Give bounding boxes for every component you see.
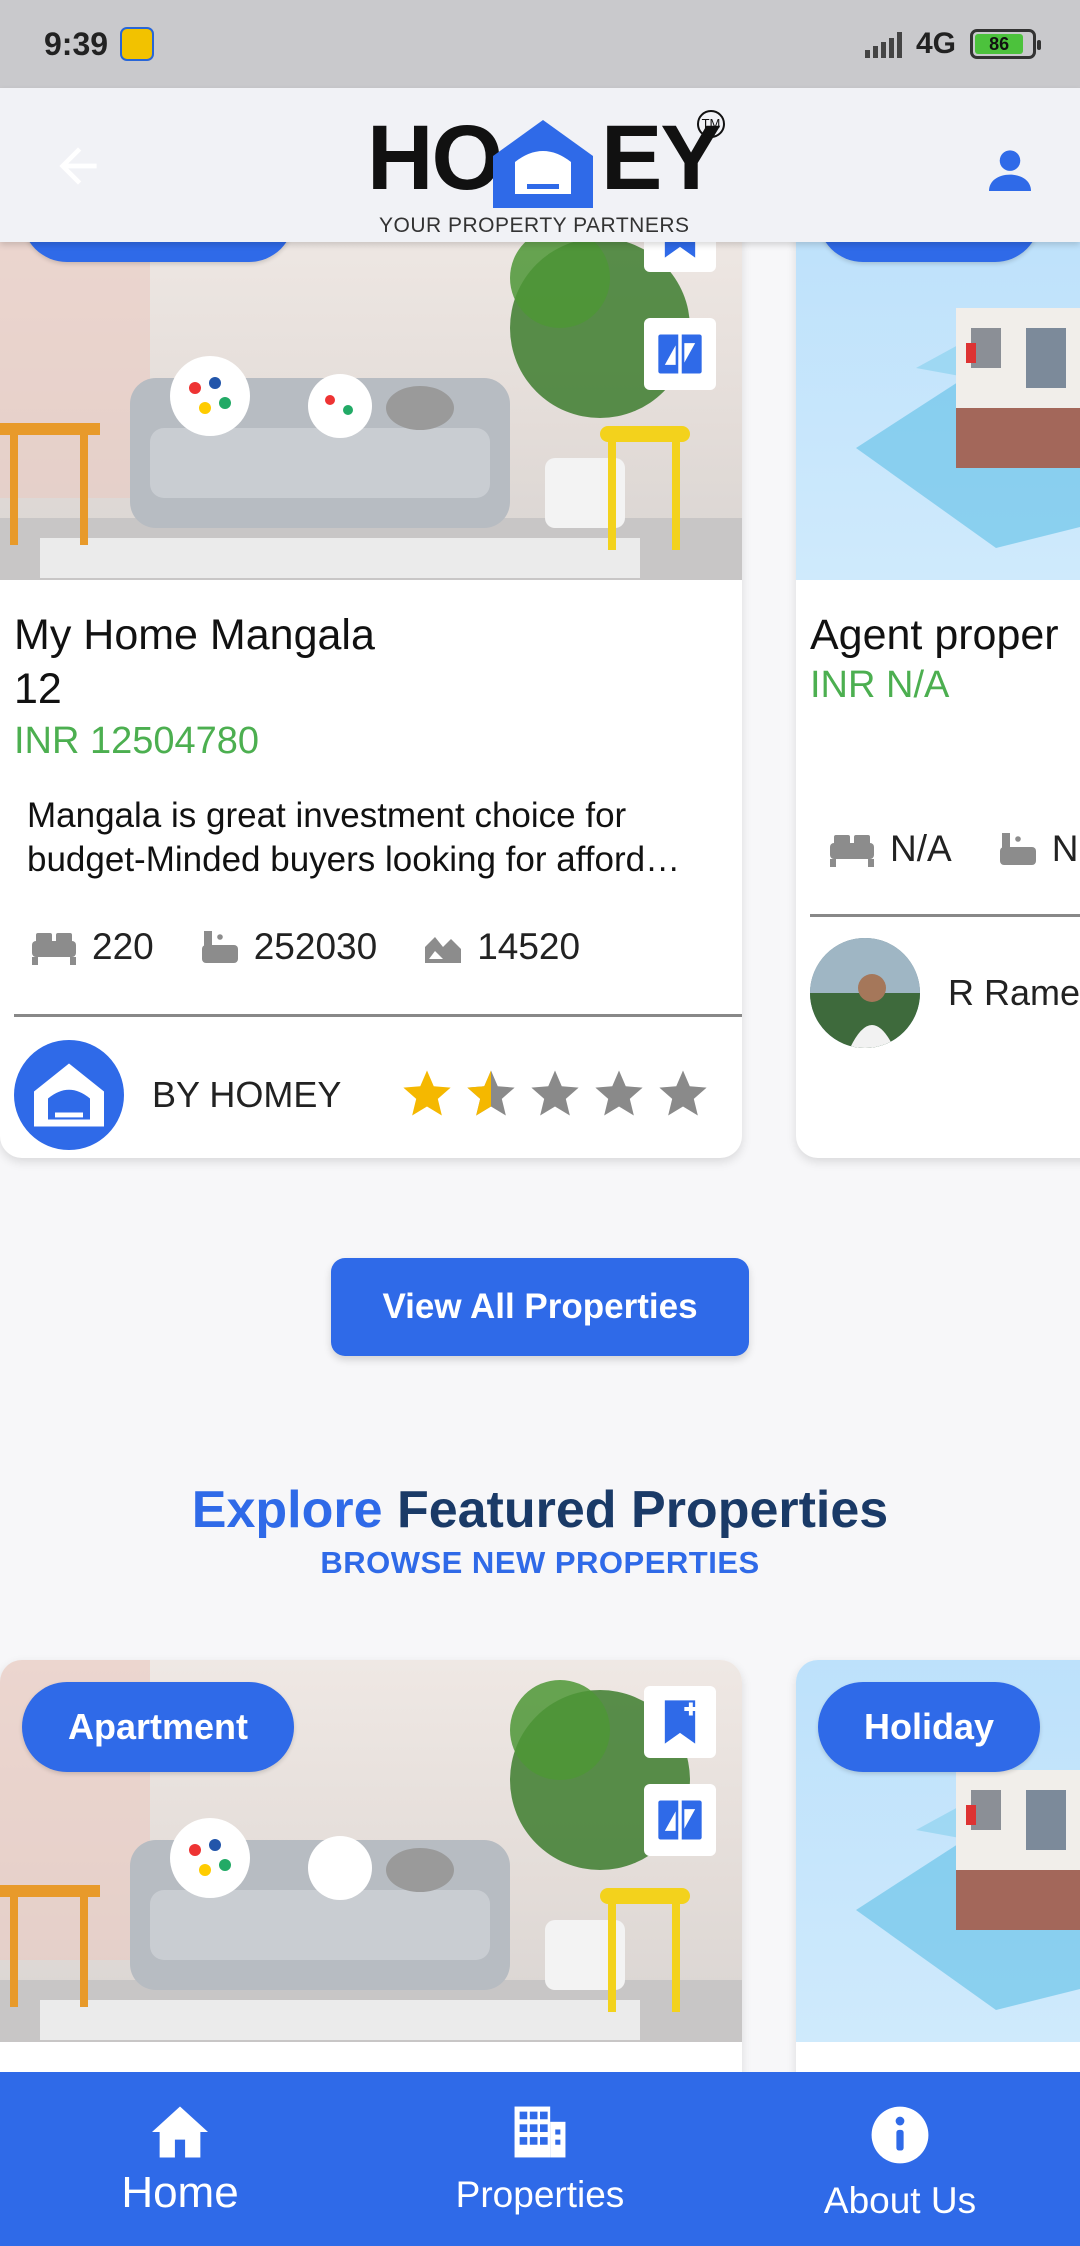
status-right: 4G 86	[864, 27, 1041, 61]
living-room-photo	[0, 218, 742, 580]
beds-value: N/A	[890, 828, 952, 869]
baths-value: 252030	[253, 926, 378, 967]
compare-button[interactable]	[644, 318, 716, 390]
status-time: 9:39	[44, 25, 109, 62]
star-half-icon	[467, 1070, 515, 1116]
rating-stars	[400, 1066, 710, 1120]
homey-logo: HO EY TM YOUR PROPERTY PARTNERS	[365, 106, 725, 237]
bed-icon	[32, 933, 76, 965]
beds-value: 220	[92, 926, 154, 967]
bed-icon	[830, 835, 874, 867]
nav-properties[interactable]: Properties	[360, 2072, 720, 2246]
property-price: INR N/A	[810, 664, 950, 706]
property-title-line1: My Home Mangala	[14, 611, 375, 659]
star-filled-icon	[403, 1070, 451, 1116]
owner-name: R Rame	[948, 972, 1080, 1013]
signal-icon	[864, 30, 902, 58]
compare-icon	[658, 1798, 702, 1842]
network-type: 4G	[915, 27, 956, 60]
homey-house-icon	[34, 1063, 104, 1127]
star-empty-icon	[659, 1070, 707, 1116]
star-empty-icon	[531, 1070, 579, 1116]
status-bar: 9:39 4G 86	[0, 0, 1080, 88]
property-image[interactable]	[0, 218, 742, 580]
star-empty-icon	[595, 1070, 643, 1116]
title-rest: Featured Properties	[396, 1481, 889, 1539]
property-type-badge[interactable]: Holiday	[818, 1682, 1041, 1772]
property-title[interactable]: My Home Mangala 12	[14, 608, 375, 716]
baths-feature: N	[998, 828, 1079, 870]
owner-info[interactable]: BY HOMEY	[14, 1040, 341, 1150]
area-feature: 14520	[423, 926, 580, 968]
compare-icon	[658, 332, 702, 376]
property-card[interactable]: Holiday Agent proper INR N/A N/A N	[796, 218, 1080, 1158]
description-line1: Mangala is great investment choice for	[27, 796, 627, 835]
property-title-line2: 12	[14, 665, 62, 713]
battery-level: 86	[975, 34, 1024, 54]
beds-feature: 220	[30, 926, 154, 968]
logo-tagline: YOUR PROPERTY PARTNERS	[379, 214, 690, 237]
view-all-properties-button[interactable]: View All Properties	[331, 1258, 749, 1356]
title-accent: Explore	[191, 1481, 383, 1539]
featured-section-subtitle: BROWSE NEW PROPERTIES	[320, 1545, 760, 1580]
nav-properties-label: Properties	[455, 2174, 625, 2215]
bathtub-icon	[999, 833, 1036, 865]
beds-feature: N/A	[828, 828, 952, 870]
card-divider	[810, 914, 1080, 917]
app-notification-icon	[120, 27, 155, 61]
back-button[interactable]	[50, 138, 106, 194]
featured-property-card[interactable]: Apartment	[0, 1660, 742, 2080]
owner-name: BY HOMEY	[152, 1074, 342, 1115]
featured-section-title: Explore Featured Properties	[0, 1480, 1080, 1540]
area-icon	[425, 937, 462, 963]
area-value: 14520	[477, 926, 581, 967]
user-icon	[989, 150, 1031, 191]
bookmark-add-icon	[664, 1700, 698, 1744]
nav-home-label: Home	[121, 2168, 239, 2217]
property-image[interactable]	[796, 218, 1080, 580]
bottom-navigation: Home Properties About Us	[0, 2072, 1080, 2246]
bookmark-button[interactable]	[644, 1686, 716, 1758]
baths-feature: 252030	[200, 926, 377, 968]
info-icon	[871, 2106, 929, 2164]
screen: 9:39 4G 86 HO EY TM YOUR PROPERTY PARTNE…	[0, 0, 1080, 2246]
logo-trademark: TM	[697, 110, 725, 138]
property-card[interactable]: Apartment My Home Mangala 12 INR 1250478…	[0, 218, 742, 1158]
nav-about-label: About Us	[823, 2180, 977, 2221]
nav-home[interactable]: Home	[0, 2072, 360, 2246]
battery-icon: 86	[970, 29, 1041, 59]
bathtub-icon	[201, 931, 238, 963]
description-line2: budget-Minded buyers looking for afford…	[27, 840, 681, 879]
property-description: Mangala is great investment choice for b…	[27, 794, 742, 882]
property-type-badge[interactable]: Apartment	[22, 1682, 295, 1772]
owner-info[interactable]: R Rame	[810, 938, 1080, 1048]
compare-button[interactable]	[644, 1784, 716, 1856]
property-features: N/A N	[828, 828, 1078, 870]
featured-property-card[interactable]: Holiday	[796, 1660, 1080, 2080]
profile-button[interactable]	[982, 142, 1038, 198]
nav-about[interactable]: About Us	[720, 2072, 1080, 2246]
owner-avatar	[810, 938, 920, 1048]
owner-avatar	[14, 1040, 124, 1150]
house-render-photo	[856, 308, 1080, 548]
logo-house-icon	[493, 120, 593, 208]
home-icon	[152, 2106, 208, 2158]
property-price: INR 12504780	[14, 720, 260, 762]
property-title[interactable]: Agent proper	[810, 608, 1059, 662]
property-features: 220 252030 14520	[30, 926, 580, 968]
app-header: HO EY TM YOUR PROPERTY PARTNERS	[0, 88, 1080, 242]
building-icon	[514, 2106, 566, 2158]
arrow-left-icon	[59, 147, 97, 185]
agent-photo	[810, 938, 920, 1048]
baths-value: N	[1051, 828, 1079, 869]
card-divider	[14, 1014, 742, 1017]
